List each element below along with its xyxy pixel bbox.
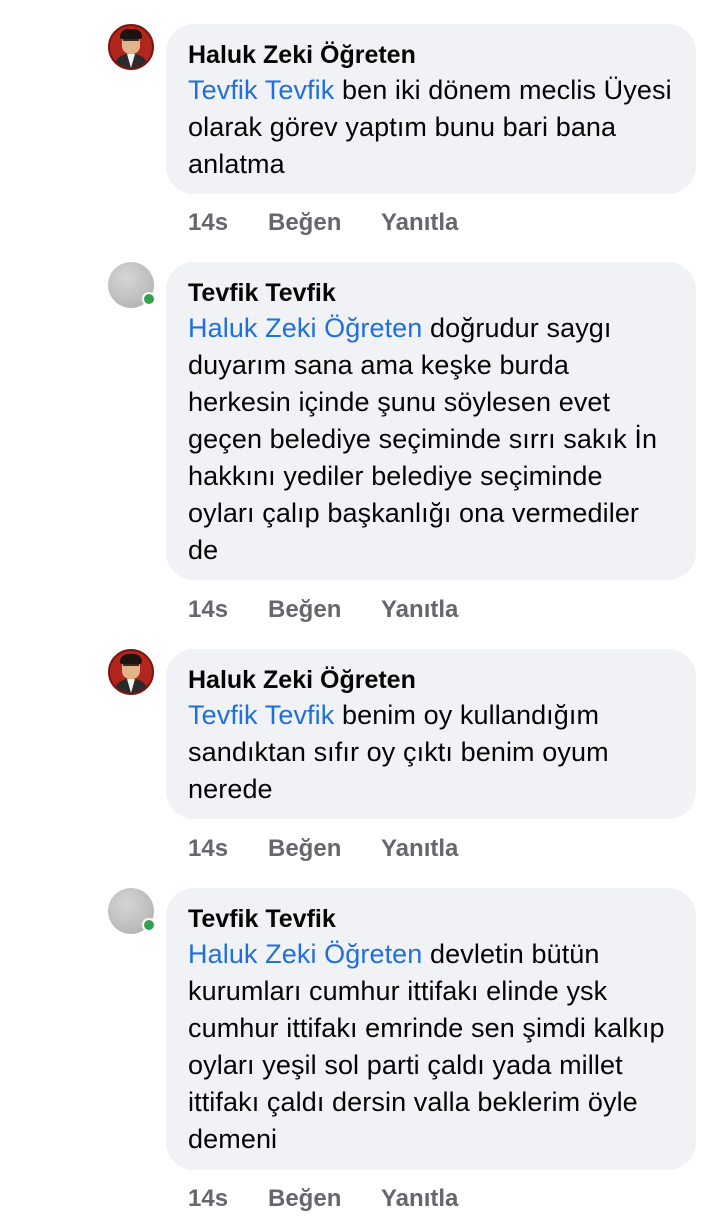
comment-bubble: Tevfik Tevfik Haluk Zeki Öğreten doğrudu… [166,262,696,580]
mention-link[interactable]: Tevfik Tevfik [188,700,334,730]
online-status-icon [142,918,156,932]
reply-button[interactable]: Yanıtla [381,209,458,237]
mention-link[interactable]: Tevfik Tevfik [188,75,334,105]
comment-author[interactable]: Haluk Zeki Öğreten [188,38,674,72]
mention-link[interactable]: Haluk Zeki Öğreten [188,939,422,969]
reply-button[interactable]: Yanıtla [381,1185,458,1213]
comment-author[interactable]: Tevfik Tevfik [188,276,674,310]
comment-actions: 14s Beğen Yanıtla [188,832,458,866]
like-button[interactable]: Beğen [268,835,381,863]
comment-body: doğrudur saygı duyarım sana ama keşke bu… [188,313,658,565]
online-status-icon [142,292,156,306]
comment-actions: 14s Beğen Yanıtla [188,593,458,627]
comment-text: Tevfik Tevfik benim oy kullandığım sandı… [188,697,674,808]
avatar[interactable] [108,888,156,934]
comment-actions: 14s Beğen Yanıtla [188,206,458,240]
like-button[interactable]: Beğen [268,1185,381,1213]
reply-button[interactable]: Yanıtla [381,835,458,863]
comment-timestamp[interactable]: 14s [188,209,268,237]
reply-button[interactable]: Yanıtla [381,596,458,624]
comment-bubble: Haluk Zeki Öğreten Tevfik Tevfik benim o… [166,649,696,819]
mention-link[interactable]: Haluk Zeki Öğreten [188,313,422,343]
comment-timestamp[interactable]: 14s [188,596,268,624]
avatar[interactable] [108,24,154,70]
avatar-hair [120,654,142,664]
avatar[interactable] [108,262,156,308]
comment-bubble: Haluk Zeki Öğreten Tevfik Tevfik ben iki… [166,24,696,194]
comment-text: Haluk Zeki Öğreten devletin bütün kuruml… [188,936,674,1158]
avatar-glasses [123,664,139,668]
comment-timestamp[interactable]: 14s [188,1185,268,1213]
comment-author[interactable]: Tevfik Tevfik [188,902,674,936]
comment-body: devletin bütün kurumları cumhur ittifakı… [188,939,665,1154]
avatar-glasses [123,39,139,43]
comment-timestamp[interactable]: 14s [188,835,268,863]
comment-author[interactable]: Haluk Zeki Öğreten [188,663,674,697]
avatar-hair [120,29,142,39]
comment-actions: 14s Beğen Yanıtla [188,1182,458,1216]
comment-bubble: Tevfik Tevfik Haluk Zeki Öğreten devleti… [166,888,696,1170]
comment-text: Haluk Zeki Öğreten doğrudur saygı duyarı… [188,310,674,569]
avatar[interactable] [108,649,154,695]
like-button[interactable]: Beğen [268,209,381,237]
comment-text: Tevfik Tevfik ben iki dönem meclis Üyesi… [188,72,674,183]
like-button[interactable]: Beğen [268,596,381,624]
